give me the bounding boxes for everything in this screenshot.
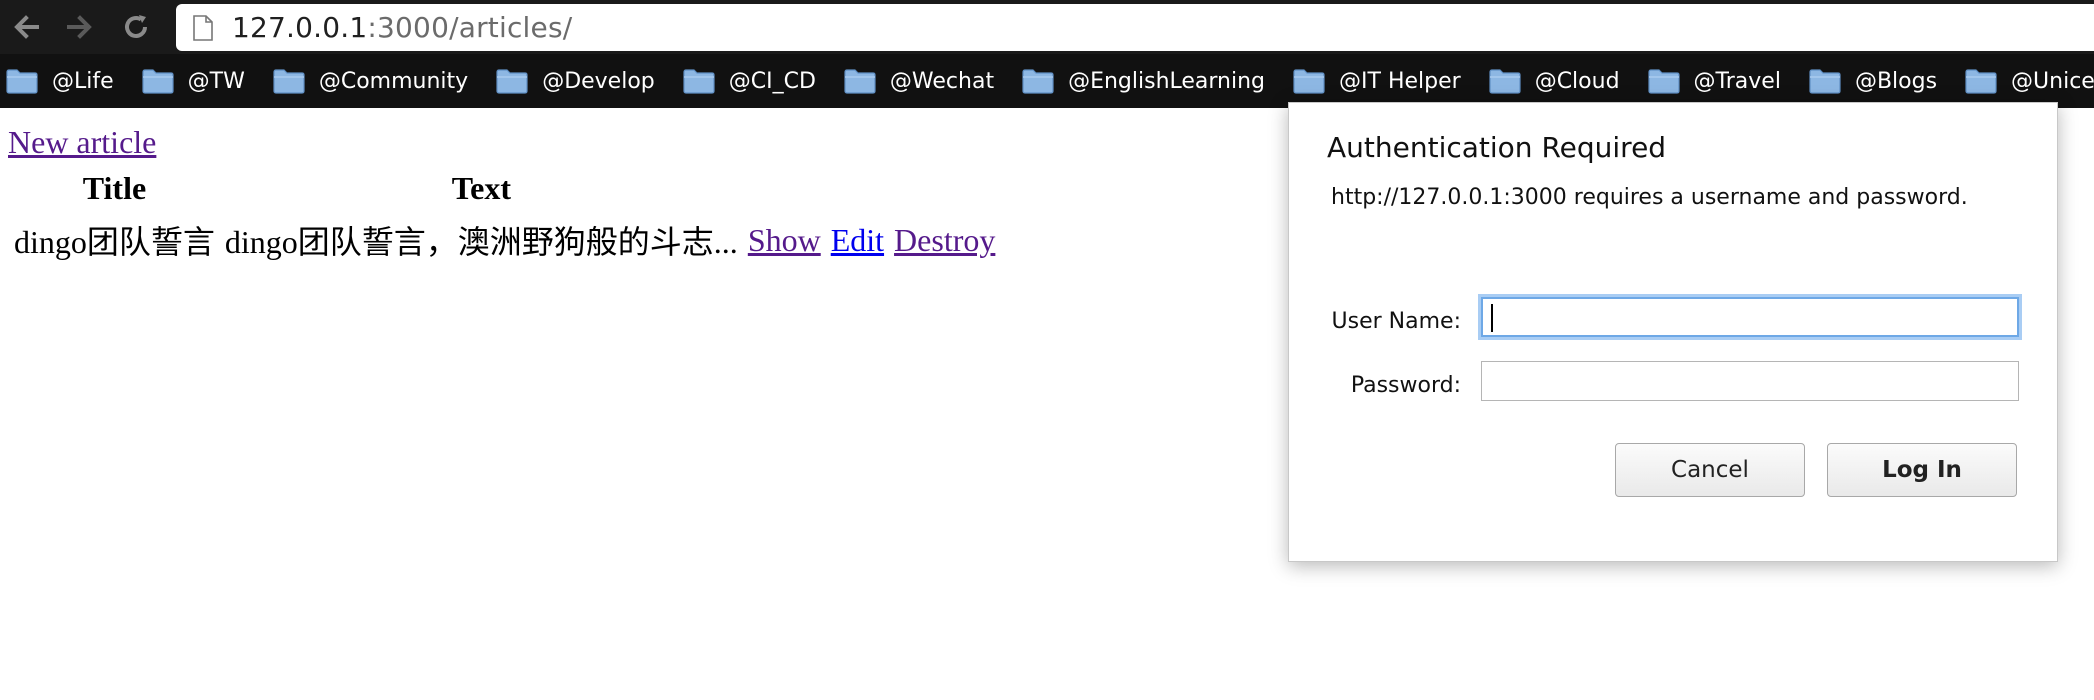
folder-icon	[1965, 69, 1997, 94]
folder-icon	[1647, 69, 1680, 94]
bookmark-label: @Develop	[542, 68, 655, 94]
bookmark-label: @Life	[52, 68, 114, 94]
password-label: Password:	[1350, 373, 1461, 398]
bookmark-label: @Cloud	[1534, 68, 1620, 94]
bookmark-label: @EnglishLearning	[1068, 68, 1266, 94]
folder-icon	[1489, 69, 1521, 94]
forward-arrow-icon	[67, 15, 92, 39]
url-host: 127.0.0.1	[232, 11, 368, 44]
dialog-message: http://127.0.0.1:3000 requires a usernam…	[1331, 185, 1968, 210]
address-bar[interactable]: 127.0.0.1:3000/articles/	[176, 4, 2094, 51]
url-path: :3000/articles/	[367, 11, 573, 44]
bookmark-folder[interactable]: @Life	[0, 54, 114, 108]
reload-icon	[125, 15, 147, 38]
destroy-link[interactable]: Destroy	[894, 222, 995, 258]
bookmark-label: @Blogs	[1854, 68, 1938, 94]
bookmarks-bar: @Life @TW @Community @Develop @CI_CD @Wechat @…	[0, 54, 2094, 108]
bookmark-label: @Travel	[1693, 68, 1781, 94]
forward-button[interactable]	[62, 9, 98, 45]
folder-icon	[683, 69, 715, 94]
folder-icon	[1809, 69, 1841, 94]
back-button[interactable]	[8, 9, 44, 45]
folder-icon	[6, 69, 38, 94]
article-title-cell: dingo团队誓言	[14, 224, 215, 260]
bookmark-folder[interactable]: @Unicef	[1959, 54, 2094, 108]
username-input[interactable]	[1481, 297, 2019, 337]
bookmark-label: @Wechat	[889, 68, 995, 94]
bookmark-label: @Community	[318, 68, 469, 94]
new-article-link[interactable]: New article	[8, 124, 156, 161]
articles-table: Title Text dingo团队誓言 dingo团队誓言，澳洲野狗般的斗志.…	[6, 166, 1003, 273]
bookmark-folder[interactable]: @TW	[136, 54, 245, 108]
bookmark-folder[interactable]: @Community	[267, 54, 468, 108]
table-row: dingo团队誓言 dingo团队誓言，澳洲野狗般的斗志... Show Edi…	[12, 211, 997, 269]
text-column-header: Text	[451, 170, 511, 206]
article-text-cell: dingo团队誓言，澳洲野狗般的斗志...	[224, 224, 738, 260]
reload-button[interactable]	[118, 9, 154, 45]
back-arrow-icon	[14, 15, 39, 39]
password-input[interactable]	[1481, 361, 2019, 401]
bookmark-folder[interactable]: @Cloud	[1483, 54, 1620, 108]
text-caret	[1491, 304, 1493, 332]
table-header-row: Title Text	[12, 170, 997, 207]
title-column-header: Title	[82, 170, 147, 206]
bookmark-folder[interactable]: @CI_CD	[677, 54, 816, 108]
folder-icon	[1022, 69, 1054, 94]
bookmark-label: @TW	[187, 68, 245, 94]
bookmark-label: @IT Helper	[1339, 68, 1461, 94]
browser-toolbar: 127.0.0.1:3000/articles/	[0, 0, 2094, 54]
cancel-button[interactable]: Cancel	[1615, 443, 1805, 497]
bookmark-folder[interactable]: @Wechat	[838, 54, 994, 108]
edit-link[interactable]: Edit	[831, 222, 884, 258]
folder-icon	[1293, 69, 1325, 94]
folder-icon	[496, 69, 528, 94]
bookmark-folder[interactable]: @EnglishLearning	[1016, 54, 1265, 108]
auth-dialog: Authentication Required http://127.0.0.1…	[1288, 102, 2058, 562]
bookmark-folder[interactable]: @IT Helper	[1287, 54, 1461, 108]
username-label: User Name:	[1331, 309, 1461, 334]
bookmark-label: @Unicef	[2011, 68, 2094, 94]
page-icon	[193, 14, 213, 41]
dialog-title: Authentication Required	[1327, 131, 1667, 164]
folder-icon	[844, 69, 876, 94]
bookmark-label: @CI_CD	[728, 68, 816, 94]
folder-icon	[273, 69, 305, 94]
bookmark-folder[interactable]: @Develop	[490, 54, 655, 108]
url-text: 127.0.0.1:3000/articles/	[232, 11, 572, 44]
show-link[interactable]: Show	[748, 222, 821, 258]
bookmark-folder[interactable]: @Blogs	[1803, 54, 1937, 108]
login-button[interactable]: Log In	[1827, 443, 2017, 497]
folder-icon	[142, 69, 174, 94]
bookmark-folder[interactable]: @Travel	[1642, 54, 1781, 108]
